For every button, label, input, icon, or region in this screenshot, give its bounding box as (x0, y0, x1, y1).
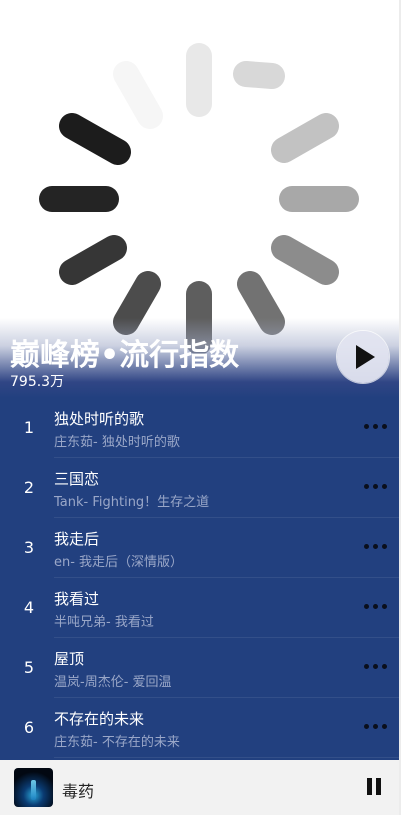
listen-count: 795.3万 (10, 374, 65, 390)
song-row-2[interactable]: 2 三国恋 Tank- Fighting！生存之道 (0, 458, 399, 518)
song-row-6[interactable]: 6 不存在的未来 庄东茹- 不存在的未来 (0, 698, 399, 758)
song-row-4[interactable]: 4 我看过 半吨兄弟- 我看过 (0, 578, 399, 638)
song-name: 我走后 (54, 530, 100, 548)
song-name: 三国恋 (54, 470, 100, 488)
more-options-icon[interactable] (362, 544, 390, 552)
song-index: 5 (23, 658, 35, 677)
play-icon (356, 345, 375, 369)
more-options-icon[interactable] (362, 484, 390, 492)
song-list: 1 独处时听的歌 庄东茹- 独处时听的歌 2 三国恋 Tank- Fightin… (0, 398, 399, 760)
app: 巅峰榜•流行指数 795.3万 1 独处时听的歌 庄东茹- 独处时听的歌 2 三… (0, 0, 399, 815)
song-index: 1 (23, 418, 35, 437)
song-row-3[interactable]: 3 我走后 en- 我走后（深情版） (0, 518, 399, 578)
chart-title: 巅峰榜•流行指数 (10, 338, 240, 373)
song-index: 4 (23, 598, 35, 617)
album-cover[interactable] (14, 768, 53, 807)
more-options-icon[interactable] (362, 664, 390, 672)
song-index: 3 (23, 538, 35, 557)
song-artist-album: 庄东茹- 不存在的未来 (54, 735, 180, 750)
song-row-5[interactable]: 5 屋顶 温岚-周杰伦- 爱回温 (0, 638, 399, 698)
more-options-icon[interactable] (362, 724, 390, 732)
song-artist-album: 半吨兄弟- 我看过 (54, 615, 154, 630)
song-name: 屋顶 (54, 650, 85, 668)
song-artist-album: en- 我走后（深情版） (54, 555, 184, 570)
song-artist-album: 温岚-周杰伦- 爱回温 (54, 675, 172, 690)
chart-header: 巅峰榜•流行指数 795.3万 (0, 0, 399, 398)
song-name: 不存在的未来 (54, 710, 145, 728)
mini-player[interactable]: 毒药 (0, 760, 399, 815)
song-index: 2 (23, 478, 35, 497)
song-artist-album: Tank- Fighting！生存之道 (54, 495, 210, 510)
cover-art-glow (31, 780, 36, 800)
now-playing-title: 毒药 (62, 782, 95, 801)
song-name: 独处时听的歌 (54, 410, 145, 428)
more-options-icon[interactable] (362, 604, 390, 612)
song-artist-album: 庄东茹- 独处时听的歌 (54, 435, 180, 450)
song-index: 6 (23, 718, 35, 737)
more-options-icon[interactable] (362, 424, 390, 432)
song-row-1[interactable]: 1 独处时听的歌 庄东茹- 独处时听的歌 (0, 398, 399, 458)
row-divider (54, 757, 399, 758)
pause-icon[interactable] (364, 776, 384, 798)
play-all-button[interactable] (337, 331, 389, 383)
song-name: 我看过 (54, 590, 100, 608)
